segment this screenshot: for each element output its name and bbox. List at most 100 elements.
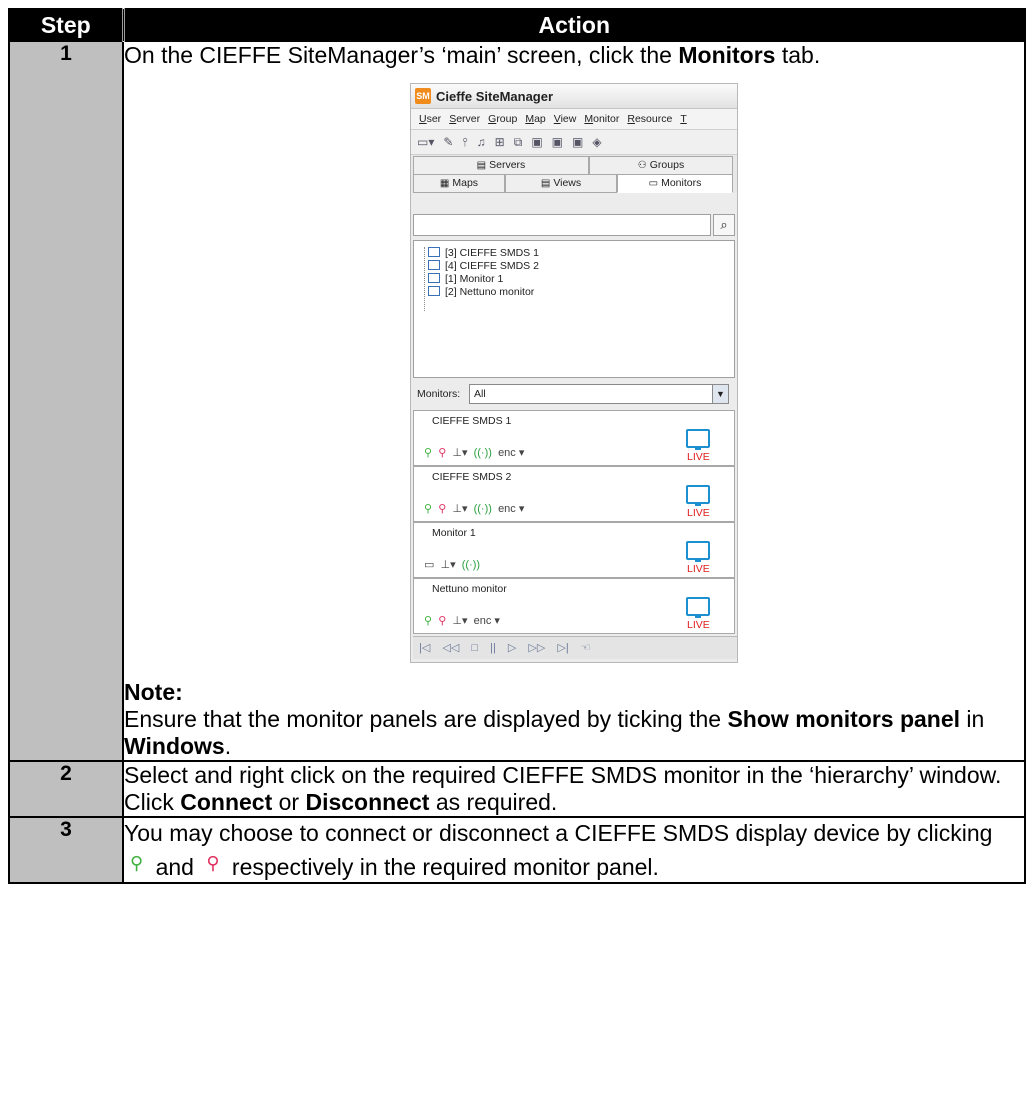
connect-plug-icon[interactable]: ⚲ (424, 615, 432, 627)
disconnect-plug-icon[interactable]: ⚲ (438, 447, 446, 459)
play-icon[interactable]: ▷ (508, 642, 516, 654)
grid-icon[interactable]: ⊞ (495, 135, 505, 149)
action-cell: On the CIEFFE SiteManager’s ‘main’ scree… (122, 40, 1026, 762)
joystick-icon[interactable]: ⊥▾ (441, 559, 456, 571)
tree-item[interactable]: [2] Nettuno monitor (428, 286, 534, 298)
encoder-dropdown[interactable]: enc ▾ (474, 615, 500, 627)
monitor-icon (428, 247, 440, 257)
monitor-panel: CIEFFE SMDS 1 LIVE ⚲ ⚲ ⊥▾ ((·)) enc ▾ (413, 410, 735, 466)
search-icon[interactable]: ⌕ (713, 214, 735, 236)
app-title: Cieffe SiteManager (436, 88, 554, 104)
monitor-panel: Nettuno monitor LIVE ⚲ ⚲ ⊥▾ enc ▾ (413, 578, 735, 634)
connect-plug-icon[interactable]: ⚲ (424, 447, 432, 459)
monitor-icon (428, 260, 440, 270)
app-logo-icon: SM (415, 88, 431, 104)
procedure-table: Step Action 1 On the CIEFFE SiteManager’… (8, 8, 1026, 884)
monitor-icon (428, 286, 440, 296)
monitor-dropdown-icon[interactable]: ▭▾ (417, 135, 434, 149)
menu-map[interactable]: Map (525, 113, 545, 126)
layers-icon[interactable]: ⧉ (514, 135, 523, 149)
hierarchy-tree: [3] CIEFFE SMDS 1 [4] CIEFFE SMDS 2 [1] … (413, 240, 735, 378)
table-header-row: Step Action (8, 8, 1026, 42)
menu-view[interactable]: View (554, 113, 577, 126)
skip-end-icon[interactable]: ▷| (557, 642, 568, 654)
tree-item[interactable]: [3] CIEFFE SMDS 1 (428, 247, 539, 259)
pin-icon[interactable]: ⫯ (462, 135, 467, 149)
menu-bar: User Server Group Map View Monitor Resou… (411, 109, 737, 130)
filter-select[interactable]: All ▼ (469, 384, 729, 404)
connect-plug-icon: ⚲ (130, 853, 144, 873)
table-row: 1 On the CIEFFE SiteManager’s ‘main’ scr… (8, 40, 1026, 762)
filter-value: All (474, 388, 486, 400)
encoder-dropdown[interactable]: enc ▾ (498, 447, 524, 459)
action-cell: You may choose to connect or disconnect … (122, 816, 1026, 884)
tree-connector (424, 247, 426, 311)
live-status: LIVE (687, 619, 710, 631)
wireless-icon[interactable]: ((·)) (462, 559, 480, 571)
note-title: Note: (124, 679, 183, 705)
tab-groups[interactable]: ⚇ Groups (589, 156, 733, 175)
tag-icon[interactable]: ◈ (592, 135, 601, 149)
monitor-icon: ▭ (648, 178, 659, 189)
tree-item[interactable]: [1] Monitor 1 (428, 273, 503, 285)
action-header: Action (122, 8, 1026, 42)
fast-forward-icon[interactable]: ▷▷ (528, 642, 545, 654)
chevron-down-icon[interactable]: ▼ (712, 385, 728, 403)
live-status: LIVE (687, 451, 710, 463)
menu-monitor[interactable]: Monitor (584, 113, 619, 126)
menu-group[interactable]: Group (488, 113, 517, 126)
panel-controls: ⚲ ⚲ ⊥▾ enc ▾ (424, 615, 500, 628)
servers-icon: ▤ (476, 160, 487, 171)
tab-maps[interactable]: ▦ Maps (413, 174, 505, 193)
monitor-filter: Monitors: All ▼ (413, 381, 733, 407)
layout-a-icon[interactable]: ▣ (531, 135, 542, 149)
app-titlebar: SM Cieffe SiteManager (411, 84, 737, 109)
joystick-icon[interactable]: ⊥▾ (452, 615, 467, 627)
table-row: 3 You may choose to connect or disconnec… (8, 816, 1026, 884)
monitor-icon (686, 541, 710, 562)
menu-resource[interactable]: Resource (627, 113, 672, 126)
encoder-dropdown[interactable]: enc ▾ (498, 503, 524, 515)
panel-name: Monitor 1 (432, 527, 476, 539)
panel-name: CIEFFE SMDS 1 (432, 415, 512, 427)
search-row: ⌕ (413, 214, 735, 236)
wireless-icon[interactable]: ((·)) (474, 503, 492, 515)
joystick-icon[interactable]: ⊥▾ (452, 503, 467, 515)
disconnect-plug-icon[interactable]: ⚲ (438, 615, 446, 627)
joystick-icon[interactable]: ⊥▾ (452, 447, 467, 459)
panel-name: CIEFFE SMDS 2 (432, 471, 512, 483)
hand-icon[interactable]: ☜ (581, 642, 591, 654)
monitor-icon (686, 485, 710, 506)
connect-plug-icon[interactable]: ⚲ (424, 503, 432, 515)
layout-c-icon[interactable]: ▣ (572, 135, 583, 149)
search-input[interactable] (413, 214, 711, 236)
panel-name: Nettuno monitor (432, 583, 507, 595)
stop-icon[interactable]: □ (471, 642, 478, 654)
wireless-icon[interactable]: ((·)) (474, 447, 492, 459)
skip-start-icon[interactable]: |◁ (419, 642, 430, 654)
bell-icon[interactable]: ♫ (477, 135, 486, 149)
disconnect-plug-icon[interactable]: ⚲ (438, 503, 446, 515)
monitor-icon (686, 429, 710, 450)
instruction-text: On the CIEFFE SiteManager’s ‘main’ scree… (124, 42, 821, 68)
action-cell: Select and right click on the required C… (122, 760, 1026, 818)
tab-monitors[interactable]: ▭ Monitors (617, 174, 733, 193)
menu-server[interactable]: Server (449, 113, 480, 126)
toolbar: ▭▾ ✎ ⫯ ♫ ⊞ ⧉ ▣ ▣ ▣ ◈ (411, 130, 737, 155)
edit-icon[interactable]: ✎ (443, 135, 453, 149)
tab-servers[interactable]: ▤ Servers (413, 156, 589, 175)
menu-user[interactable]: User (419, 113, 441, 126)
sitemanager-screenshot: SM Cieffe SiteManager User Server Group … (410, 83, 738, 663)
layout-b-icon[interactable]: ▣ (552, 135, 563, 149)
encoder-label: enc (473, 615, 492, 627)
note-text: Ensure that the monitor panels are displ… (124, 706, 985, 759)
step-number: 3 (8, 816, 124, 884)
live-status: LIVE (687, 563, 710, 575)
tree-item[interactable]: [4] CIEFFE SMDS 2 (428, 260, 539, 272)
rewind-icon[interactable]: ◁◁ (442, 642, 459, 654)
pause-icon[interactable]: || (490, 642, 496, 654)
monitor-small-icon[interactable]: ▭ (424, 559, 434, 571)
menu-truncated[interactable]: T (680, 113, 686, 126)
monitor-icon (428, 273, 440, 283)
tab-views[interactable]: ▤ Views (505, 174, 617, 193)
